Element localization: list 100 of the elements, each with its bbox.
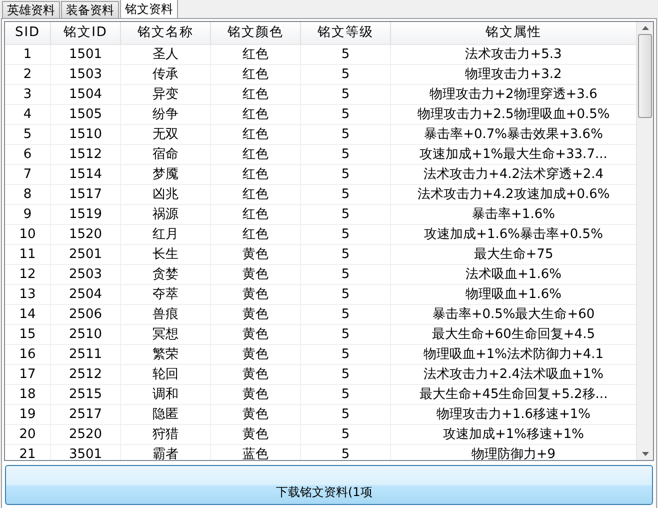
table-cell: 红色 xyxy=(211,225,301,245)
table-cell: 1 xyxy=(5,45,51,65)
table-cell: 2504 xyxy=(51,285,121,305)
table-cell: 10 xyxy=(5,225,51,245)
table-cell: 5 xyxy=(301,305,391,325)
download-button[interactable]: 下载铭文资料(1项 xyxy=(5,465,653,505)
table-cell: 13 xyxy=(5,285,51,305)
table-cell: 5 xyxy=(301,105,391,125)
table-cell: 11 xyxy=(5,245,51,265)
table-cell: 1512 xyxy=(51,145,121,165)
up-arrow-icon[interactable] xyxy=(642,26,649,30)
table-cell: 6 xyxy=(5,145,51,165)
table-cell: 2506 xyxy=(51,305,121,325)
table-cell: 1503 xyxy=(51,65,121,85)
scrollbar[interactable] xyxy=(636,22,653,460)
table-cell: 5 xyxy=(301,245,391,265)
column-header[interactable]: 铭文等级 xyxy=(301,22,391,44)
table-cell: 5 xyxy=(301,205,391,225)
table-cell: 2517 xyxy=(51,405,121,425)
table-cell: 黄色 xyxy=(211,405,301,425)
table-cell: 5 xyxy=(301,385,391,405)
table-cell: 5 xyxy=(301,165,391,185)
table-cell: 夺萃 xyxy=(121,285,211,305)
table-cell: 传承 xyxy=(121,65,211,85)
table-cell: 5 xyxy=(301,145,391,165)
table-cell: 5 xyxy=(301,125,391,145)
table-cell: 2503 xyxy=(51,265,121,285)
table-cell: 5 xyxy=(301,65,391,85)
table-cell: 祸源 xyxy=(121,205,211,225)
column-header[interactable]: 铭文颜色 xyxy=(211,22,301,44)
table-cell: 15 xyxy=(5,325,51,345)
table-cell: 5 xyxy=(301,325,391,345)
table-cell: 黄色 xyxy=(211,425,301,445)
table-cell: 凶兆 xyxy=(121,185,211,205)
table-cell: 5 xyxy=(301,185,391,205)
table-cell: 宿命 xyxy=(121,145,211,165)
table-cell: 1501 xyxy=(51,45,121,65)
table-cell: 5 xyxy=(301,285,391,305)
table-cell: 9 xyxy=(5,205,51,225)
scrollbar-thumb[interactable] xyxy=(638,34,652,118)
table-cell: 狩猎 xyxy=(121,425,211,445)
table-cell: 异变 xyxy=(121,85,211,105)
table-cell: 1505 xyxy=(51,105,121,125)
table-cell: 2501 xyxy=(51,245,121,265)
tab[interactable]: 铭文资料 xyxy=(120,0,178,18)
tab[interactable]: 英雄资料 xyxy=(2,1,60,18)
table-cell: 长生 xyxy=(121,245,211,265)
table-cell: 5 xyxy=(301,345,391,365)
table-cell: 红色 xyxy=(211,185,301,205)
table-cell: 黄色 xyxy=(211,385,301,405)
table-cell: 隐匿 xyxy=(121,405,211,425)
down-arrow-icon[interactable] xyxy=(642,452,649,456)
table-cell: 红色 xyxy=(211,45,301,65)
table-cell: 1514 xyxy=(51,165,121,185)
column-header[interactable]: 铭文名称 xyxy=(121,22,211,44)
table-cell: 红月 xyxy=(121,225,211,245)
table-cell: 黄色 xyxy=(211,265,301,285)
table-cell: 黄色 xyxy=(211,305,301,325)
table-cell: 5 xyxy=(301,225,391,245)
table-cell: 轮回 xyxy=(121,365,211,385)
table-cell: 5 xyxy=(301,365,391,385)
table-cell: 12 xyxy=(5,265,51,285)
table-cell: 14 xyxy=(5,305,51,325)
table-cell: 繁荣 xyxy=(121,345,211,365)
table-cell: 梦魇 xyxy=(121,165,211,185)
table-cell: 兽痕 xyxy=(121,305,211,325)
table-cell: 贪婪 xyxy=(121,265,211,285)
table-cell: 红色 xyxy=(211,125,301,145)
table-cell: 16 xyxy=(5,345,51,365)
table-cell: 黄色 xyxy=(211,345,301,365)
column-header[interactable]: SID xyxy=(5,22,51,44)
table-cell: 调和 xyxy=(121,385,211,405)
table-cell: 19 xyxy=(5,405,51,425)
table-cell: 红色 xyxy=(211,165,301,185)
table-cell: 2512 xyxy=(51,365,121,385)
table-cell: 17 xyxy=(5,365,51,385)
table-cell: 2520 xyxy=(51,425,121,445)
table-cell: 5 xyxy=(301,45,391,65)
table-cell: 黄色 xyxy=(211,365,301,385)
table-cell: 2511 xyxy=(51,345,121,365)
table-cell: 20 xyxy=(5,425,51,445)
table-cell: 1520 xyxy=(51,225,121,245)
table-cell: 纷争 xyxy=(121,105,211,125)
column-header[interactable]: 铭文ID xyxy=(51,22,121,44)
table-cell: 7 xyxy=(5,165,51,185)
table-cell: 1510 xyxy=(51,125,121,145)
table-cell: 冥想 xyxy=(121,325,211,345)
table-cell: 5 xyxy=(301,265,391,285)
table-cell: 4 xyxy=(5,105,51,125)
table-cell: 18 xyxy=(5,385,51,405)
table-cell: 红色 xyxy=(211,145,301,165)
table-cell: 1519 xyxy=(51,205,121,225)
table-cell: 5 xyxy=(301,85,391,105)
tab[interactable]: 装备资料 xyxy=(61,1,119,18)
table-cell: 2515 xyxy=(51,385,121,405)
table-cell: 5 xyxy=(301,425,391,445)
table-cell: 黄色 xyxy=(211,245,301,265)
table-cell: 红色 xyxy=(211,105,301,125)
table-cell: 红色 xyxy=(211,205,301,225)
table-cell: 5 xyxy=(301,405,391,425)
